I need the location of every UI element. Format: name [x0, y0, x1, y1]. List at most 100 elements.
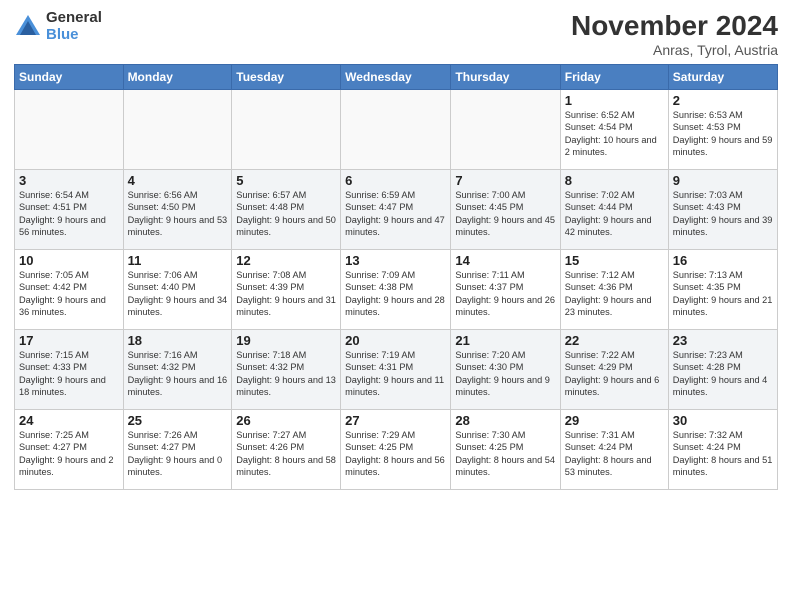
col-wednesday: Wednesday: [341, 65, 451, 90]
day-info: Sunrise: 6:53 AM Sunset: 4:53 PM Dayligh…: [673, 109, 773, 159]
logo-general-text: General: [46, 10, 102, 27]
day-number: 17: [19, 333, 119, 348]
day-info: Sunrise: 7:13 AM Sunset: 4:35 PM Dayligh…: [673, 269, 773, 319]
day-number: 22: [565, 333, 664, 348]
day-number: 16: [673, 253, 773, 268]
table-row: 2Sunrise: 6:53 AM Sunset: 4:53 PM Daylig…: [668, 90, 777, 170]
day-info: Sunrise: 7:03 AM Sunset: 4:43 PM Dayligh…: [673, 189, 773, 239]
table-row: 20Sunrise: 7:19 AM Sunset: 4:31 PM Dayli…: [341, 330, 451, 410]
day-number: 20: [345, 333, 446, 348]
day-number: 9: [673, 173, 773, 188]
day-info: Sunrise: 7:08 AM Sunset: 4:39 PM Dayligh…: [236, 269, 336, 319]
calendar-row: 17Sunrise: 7:15 AM Sunset: 4:33 PM Dayli…: [15, 330, 778, 410]
table-row: 22Sunrise: 7:22 AM Sunset: 4:29 PM Dayli…: [560, 330, 668, 410]
table-row: [232, 90, 341, 170]
day-number: 28: [455, 413, 555, 428]
page: General Blue November 2024 Anras, Tyrol,…: [0, 0, 792, 612]
day-info: Sunrise: 7:05 AM Sunset: 4:42 PM Dayligh…: [19, 269, 119, 319]
table-row: 19Sunrise: 7:18 AM Sunset: 4:32 PM Dayli…: [232, 330, 341, 410]
day-number: 11: [128, 253, 228, 268]
col-tuesday: Tuesday: [232, 65, 341, 90]
logo-text: General Blue: [46, 10, 102, 43]
day-info: Sunrise: 7:02 AM Sunset: 4:44 PM Dayligh…: [565, 189, 664, 239]
table-row: 13Sunrise: 7:09 AM Sunset: 4:38 PM Dayli…: [341, 250, 451, 330]
day-number: 23: [673, 333, 773, 348]
table-row: 28Sunrise: 7:30 AM Sunset: 4:25 PM Dayli…: [451, 410, 560, 490]
day-number: 15: [565, 253, 664, 268]
day-info: Sunrise: 7:27 AM Sunset: 4:26 PM Dayligh…: [236, 429, 336, 479]
table-row: 29Sunrise: 7:31 AM Sunset: 4:24 PM Dayli…: [560, 410, 668, 490]
header-row: Sunday Monday Tuesday Wednesday Thursday…: [15, 65, 778, 90]
calendar-row: 1Sunrise: 6:52 AM Sunset: 4:54 PM Daylig…: [15, 90, 778, 170]
day-number: 3: [19, 173, 119, 188]
day-number: 18: [128, 333, 228, 348]
day-number: 21: [455, 333, 555, 348]
day-number: 10: [19, 253, 119, 268]
table-row: 10Sunrise: 7:05 AM Sunset: 4:42 PM Dayli…: [15, 250, 124, 330]
calendar-row: 3Sunrise: 6:54 AM Sunset: 4:51 PM Daylig…: [15, 170, 778, 250]
day-info: Sunrise: 7:30 AM Sunset: 4:25 PM Dayligh…: [455, 429, 555, 479]
day-info: Sunrise: 7:23 AM Sunset: 4:28 PM Dayligh…: [673, 349, 773, 399]
table-row: 1Sunrise: 6:52 AM Sunset: 4:54 PM Daylig…: [560, 90, 668, 170]
day-number: 24: [19, 413, 119, 428]
day-number: 30: [673, 413, 773, 428]
day-number: 4: [128, 173, 228, 188]
table-row: 23Sunrise: 7:23 AM Sunset: 4:28 PM Dayli…: [668, 330, 777, 410]
logo-blue-text: Blue: [46, 27, 102, 44]
table-row: [341, 90, 451, 170]
table-row: 30Sunrise: 7:32 AM Sunset: 4:24 PM Dayli…: [668, 410, 777, 490]
table-row: 25Sunrise: 7:26 AM Sunset: 4:27 PM Dayli…: [123, 410, 232, 490]
day-number: 26: [236, 413, 336, 428]
day-number: 14: [455, 253, 555, 268]
calendar-header: Sunday Monday Tuesday Wednesday Thursday…: [15, 65, 778, 90]
table-row: 5Sunrise: 6:57 AM Sunset: 4:48 PM Daylig…: [232, 170, 341, 250]
logo-icon: [14, 13, 42, 41]
table-row: 26Sunrise: 7:27 AM Sunset: 4:26 PM Dayli…: [232, 410, 341, 490]
table-row: 12Sunrise: 7:08 AM Sunset: 4:39 PM Dayli…: [232, 250, 341, 330]
calendar-row: 10Sunrise: 7:05 AM Sunset: 4:42 PM Dayli…: [15, 250, 778, 330]
table-row: 16Sunrise: 7:13 AM Sunset: 4:35 PM Dayli…: [668, 250, 777, 330]
day-info: Sunrise: 7:12 AM Sunset: 4:36 PM Dayligh…: [565, 269, 664, 319]
day-number: 1: [565, 93, 664, 108]
day-number: 12: [236, 253, 336, 268]
table-row: 3Sunrise: 6:54 AM Sunset: 4:51 PM Daylig…: [15, 170, 124, 250]
table-row: 14Sunrise: 7:11 AM Sunset: 4:37 PM Dayli…: [451, 250, 560, 330]
day-number: 27: [345, 413, 446, 428]
day-number: 19: [236, 333, 336, 348]
day-info: Sunrise: 7:25 AM Sunset: 4:27 PM Dayligh…: [19, 429, 119, 479]
table-row: 15Sunrise: 7:12 AM Sunset: 4:36 PM Dayli…: [560, 250, 668, 330]
table-row: [123, 90, 232, 170]
day-info: Sunrise: 7:32 AM Sunset: 4:24 PM Dayligh…: [673, 429, 773, 479]
day-info: Sunrise: 7:22 AM Sunset: 4:29 PM Dayligh…: [565, 349, 664, 399]
day-number: 7: [455, 173, 555, 188]
day-info: Sunrise: 7:26 AM Sunset: 4:27 PM Dayligh…: [128, 429, 228, 479]
day-number: 6: [345, 173, 446, 188]
day-info: Sunrise: 7:19 AM Sunset: 4:31 PM Dayligh…: [345, 349, 446, 399]
month-title: November 2024: [571, 10, 778, 42]
day-number: 8: [565, 173, 664, 188]
table-row: 8Sunrise: 7:02 AM Sunset: 4:44 PM Daylig…: [560, 170, 668, 250]
day-info: Sunrise: 7:18 AM Sunset: 4:32 PM Dayligh…: [236, 349, 336, 399]
table-row: 9Sunrise: 7:03 AM Sunset: 4:43 PM Daylig…: [668, 170, 777, 250]
logo: General Blue: [14, 10, 102, 43]
col-saturday: Saturday: [668, 65, 777, 90]
col-thursday: Thursday: [451, 65, 560, 90]
day-info: Sunrise: 7:11 AM Sunset: 4:37 PM Dayligh…: [455, 269, 555, 319]
header: General Blue November 2024 Anras, Tyrol,…: [14, 10, 778, 58]
day-info: Sunrise: 7:09 AM Sunset: 4:38 PM Dayligh…: [345, 269, 446, 319]
day-info: Sunrise: 7:29 AM Sunset: 4:25 PM Dayligh…: [345, 429, 446, 479]
table-row: 24Sunrise: 7:25 AM Sunset: 4:27 PM Dayli…: [15, 410, 124, 490]
table-row: 4Sunrise: 6:56 AM Sunset: 4:50 PM Daylig…: [123, 170, 232, 250]
day-info: Sunrise: 7:20 AM Sunset: 4:30 PM Dayligh…: [455, 349, 555, 399]
table-row: 18Sunrise: 7:16 AM Sunset: 4:32 PM Dayli…: [123, 330, 232, 410]
calendar-row: 24Sunrise: 7:25 AM Sunset: 4:27 PM Dayli…: [15, 410, 778, 490]
table-row: 7Sunrise: 7:00 AM Sunset: 4:45 PM Daylig…: [451, 170, 560, 250]
day-info: Sunrise: 7:06 AM Sunset: 4:40 PM Dayligh…: [128, 269, 228, 319]
table-row: [451, 90, 560, 170]
day-info: Sunrise: 7:15 AM Sunset: 4:33 PM Dayligh…: [19, 349, 119, 399]
day-info: Sunrise: 7:00 AM Sunset: 4:45 PM Dayligh…: [455, 189, 555, 239]
day-info: Sunrise: 6:59 AM Sunset: 4:47 PM Dayligh…: [345, 189, 446, 239]
table-row: 21Sunrise: 7:20 AM Sunset: 4:30 PM Dayli…: [451, 330, 560, 410]
col-monday: Monday: [123, 65, 232, 90]
calendar-body: 1Sunrise: 6:52 AM Sunset: 4:54 PM Daylig…: [15, 90, 778, 490]
